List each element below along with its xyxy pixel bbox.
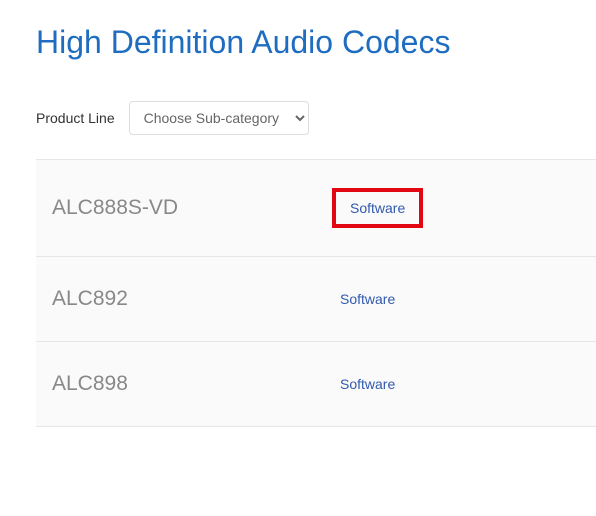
product-line-label: Product Line xyxy=(36,110,115,126)
product-name: ALC898 xyxy=(52,372,332,396)
page-title: High Definition Audio Codecs xyxy=(0,0,596,79)
subcategory-select[interactable]: Choose Sub-category xyxy=(129,101,309,135)
product-name: ALC892 xyxy=(52,287,332,311)
product-row: ALC888S-VD Software xyxy=(36,159,596,256)
product-list: ALC888S-VD Software ALC892 Software ALC8… xyxy=(36,159,596,427)
product-row: ALC898 Software xyxy=(36,341,596,427)
product-name: ALC888S-VD xyxy=(52,196,332,220)
software-link[interactable]: Software xyxy=(332,370,403,398)
product-row: ALC892 Software xyxy=(36,256,596,341)
software-link[interactable]: Software xyxy=(332,188,423,228)
software-link[interactable]: Software xyxy=(332,285,403,313)
filter-row: Product Line Choose Sub-category xyxy=(0,79,596,159)
